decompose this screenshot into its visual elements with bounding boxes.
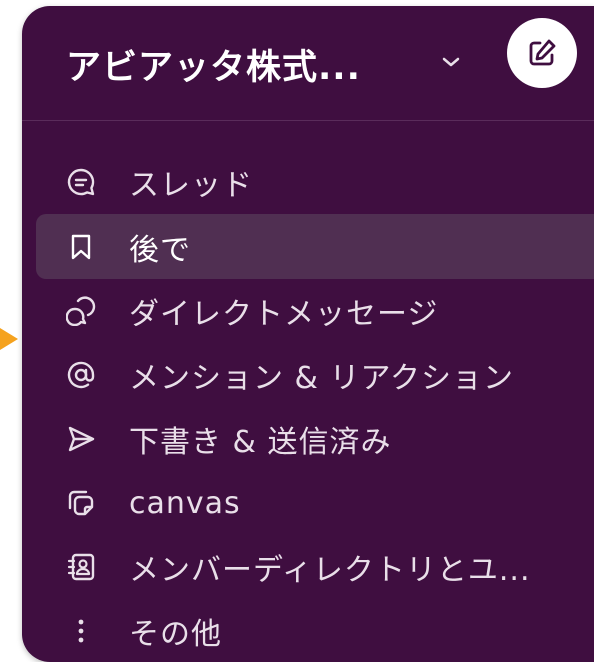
sidebar-item-label: スレッド xyxy=(129,168,253,203)
direct-messages-icon xyxy=(66,296,96,326)
more-vertical-icon xyxy=(66,616,96,646)
canvas-icon xyxy=(66,488,96,518)
threads-icon xyxy=(66,167,96,197)
sidebar-item-drafts-sent[interactable]: 下書き & 送信済み xyxy=(22,407,594,471)
compose-icon xyxy=(529,39,556,66)
sidebar-item-label: メンバーディレクトリとユ... xyxy=(129,553,531,588)
sidebar-item-label: 後で xyxy=(129,232,191,268)
sidebar-item-canvas[interactable]: canvas xyxy=(22,471,594,535)
bookmark-icon xyxy=(66,232,96,262)
pointer-arrow-icon xyxy=(0,328,18,350)
sidebar-item-member-directory[interactable]: メンバーディレクトリとユ... xyxy=(22,535,594,599)
sidebar-item-label: 下書き & 送信済み xyxy=(129,425,392,460)
chevron-down-icon[interactable] xyxy=(440,54,462,70)
sidebar-item-label: ダイレクトメッセージ xyxy=(129,297,439,332)
sidebar-item-label: メンション & リアクション xyxy=(129,361,514,396)
at-sign-icon xyxy=(66,360,96,390)
sidebar-item-threads[interactable]: スレッド xyxy=(22,150,594,214)
sidebar-item-label: その他 xyxy=(129,617,222,652)
sidebar-panel: アビアッタ株式... スレッド 後で ダイレクトメッセージ メンション & リア… xyxy=(22,6,594,662)
member-directory-icon xyxy=(66,552,96,582)
compose-button[interactable] xyxy=(507,18,577,88)
sidebar-nav: スレッド 後で ダイレクトメッセージ メンション & リアクション 下書き & … xyxy=(22,150,594,662)
workspace-name[interactable]: アビアッタ株式... xyxy=(66,39,361,90)
sidebar-item-more[interactable]: その他 xyxy=(22,599,594,662)
sidebar-item-direct-messages[interactable]: ダイレクトメッセージ xyxy=(22,279,594,343)
sidebar-item-mentions[interactable]: メンション & リアクション xyxy=(22,343,594,407)
sidebar-item-later[interactable]: 後で xyxy=(36,214,594,279)
send-icon xyxy=(66,424,96,454)
workspace-header: アビアッタ株式... xyxy=(22,6,594,121)
sidebar-item-label: canvas xyxy=(129,485,241,521)
